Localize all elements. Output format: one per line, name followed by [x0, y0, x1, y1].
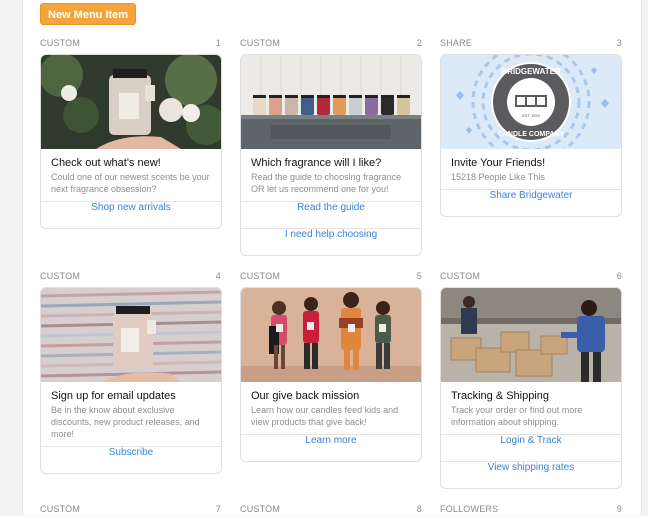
share-bridgewater-link[interactable]: Share Bridgewater: [441, 189, 621, 216]
card-description: Learn how our candles feed kids and view…: [251, 405, 399, 427]
card-type-label: CUSTOM: [40, 38, 81, 48]
card-4-meta: CUSTOM 4: [40, 271, 221, 283]
card-9-meta: FOLLOWERS 9: [440, 504, 622, 516]
card-description: Read the guide to choosing fragrance OR …: [251, 172, 402, 194]
card-type-label: CUSTOM: [240, 271, 281, 281]
card-type-label: CUSTOM: [440, 271, 481, 281]
card-title: Tracking & Shipping: [451, 390, 550, 402]
card-3-meta: SHARE 3: [440, 38, 622, 50]
logo-bottom-text: CANDLE COMPANY: [498, 131, 565, 138]
card-description: Track your order or find out more inform…: [451, 405, 583, 427]
candles-on-shelf-image: [241, 55, 421, 149]
card-6-meta: CUSTOM 6: [440, 271, 622, 283]
card-7-meta: CUSTOM 7: [40, 504, 221, 516]
card-invite-friends[interactable]: BRIDGEWATER EST 1999 CANDLE COMPANY Invi…: [440, 54, 622, 217]
need-help-choosing-link[interactable]: I need help choosing: [241, 228, 421, 255]
card-type-label: CUSTOM: [240, 504, 281, 514]
login-and-track-link[interactable]: Login & Track: [441, 434, 621, 461]
candle-in-hand-image: [41, 55, 221, 149]
card-title: Sign up for email updates: [51, 390, 176, 402]
bridgewater-logo-image: BRIDGEWATER EST 1999 CANDLE COMPANY: [441, 55, 621, 149]
card-type-label: CUSTOM: [40, 271, 81, 281]
card-number: 5: [416, 271, 422, 281]
candle-on-rug-image: [41, 288, 221, 382]
card-number: 3: [616, 38, 622, 48]
card-description: Be in the know about exclusive discounts…: [51, 405, 200, 439]
card-number: 7: [215, 504, 221, 514]
card-number: 2: [416, 38, 422, 48]
card-type-label: FOLLOWERS: [440, 504, 499, 514]
kids-holding-candles-image: [241, 288, 421, 382]
card-title: Which fragrance will I like?: [251, 157, 382, 169]
card-type-label: SHARE: [440, 38, 473, 48]
card-type-label: CUSTOM: [40, 504, 81, 514]
card-tracking-shipping[interactable]: Tracking & Shipping Track your order or …: [440, 287, 622, 489]
card-type-label: CUSTOM: [240, 38, 281, 48]
card-which-fragrance[interactable]: Which fragrance will I like? Read the gu…: [240, 54, 422, 256]
card-number: 4: [215, 271, 221, 281]
card-title: Our give back mission: [251, 390, 360, 402]
card-8-meta: CUSTOM 8: [240, 504, 422, 516]
card-description: Could one of our newest scents be your n…: [51, 172, 210, 194]
card-number: 1: [215, 38, 221, 48]
card-title: Invite Your Friends!: [451, 157, 546, 169]
card-email-updates[interactable]: Sign up for email updates Be in the know…: [40, 287, 222, 474]
card-give-back-mission[interactable]: Our give back mission Learn how our cand…: [240, 287, 422, 462]
learn-more-link[interactable]: Learn more: [241, 434, 421, 461]
card-number: 9: [616, 504, 622, 514]
new-menu-item-button[interactable]: New Menu Item: [40, 3, 137, 25]
card-number: 6: [616, 271, 622, 281]
subscribe-link[interactable]: Subscribe: [41, 446, 221, 473]
shop-new-arrivals-link[interactable]: Shop new arrivals: [41, 201, 221, 228]
logo-top-text: BRIDGEWATER: [501, 67, 561, 76]
logo-middle-text: EST 1999: [522, 113, 540, 118]
warehouse-image: [441, 288, 621, 382]
view-shipping-rates-link[interactable]: View shipping rates: [441, 461, 621, 488]
card-title: Check out what's new!: [51, 157, 161, 169]
card-2-meta: CUSTOM 2: [240, 38, 422, 50]
card-5-meta: CUSTOM 5: [240, 271, 422, 283]
card-check-out-whats-new[interactable]: Check out what's new! Could one of our n…: [40, 54, 222, 229]
card-1-meta: CUSTOM 1: [40, 38, 221, 50]
card-number: 8: [416, 504, 422, 514]
read-the-guide-link[interactable]: Read the guide: [241, 201, 421, 228]
card-description: 15218 People Like This: [451, 172, 545, 182]
